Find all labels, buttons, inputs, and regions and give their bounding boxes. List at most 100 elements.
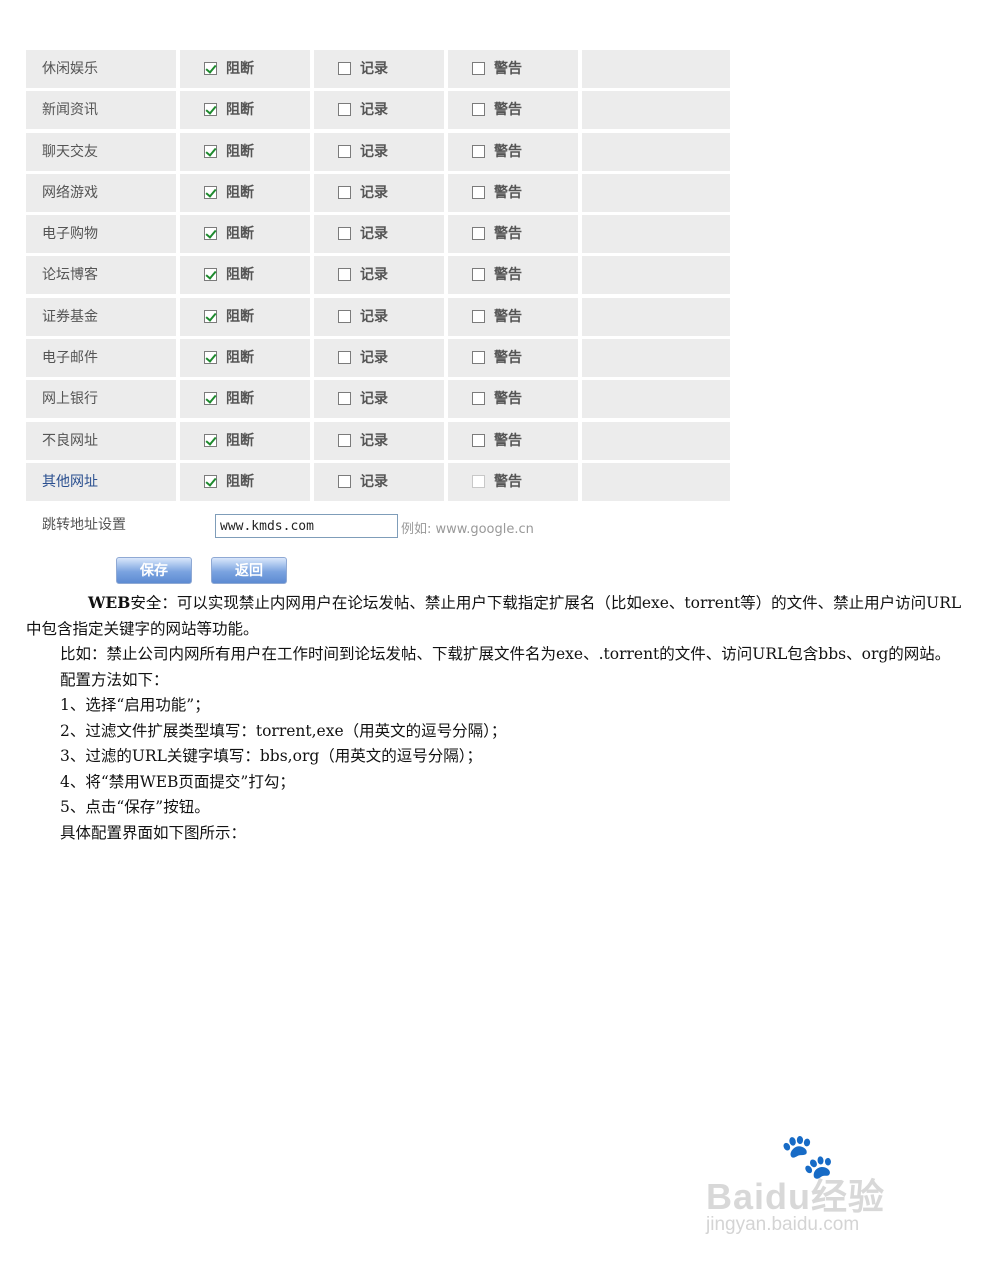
article-outro: 具体配置界面如下图所示： [60,823,247,842]
category-row: 网上银行 阻断 记录 警告 [26,380,730,419]
block-checkbox[interactable] [204,433,217,447]
category-name: 其他网址 [42,473,98,490]
alert-checkbox[interactable] [472,185,485,199]
alert-checkbox[interactable] [472,309,485,323]
column-separator [444,215,448,254]
column-separator [578,132,582,171]
column-separator [176,297,180,336]
category-row: 聊天交友 阻断 记录 警告 [26,132,730,171]
alert-checkbox[interactable] [472,144,485,158]
alert-label: 警告 [494,226,522,243]
block-checkbox[interactable] [204,392,217,406]
empty-cell [582,91,730,129]
category-row: 不良网址 阻断 记录 警告 [26,421,730,460]
log-label: 记录 [360,473,388,490]
alert-label: 警告 [494,391,522,408]
block-checkbox[interactable] [204,309,217,323]
log-label: 记录 [360,350,388,367]
alert-checkbox[interactable] [472,62,485,75]
column-separator [310,215,314,254]
block-checkbox[interactable] [204,474,217,488]
alert-label: 警告 [494,61,522,77]
alert-label: 警告 [494,473,522,490]
log-checkbox[interactable] [338,309,351,323]
alert-checkbox[interactable] [472,227,485,241]
article-intro-rest: 安全：可以实现禁止内网用户在论坛发帖、禁止用户下载指定扩展名（比如exe、tor… [26,594,962,638]
log-checkbox[interactable] [338,392,351,406]
article-intro: WEB安全：可以实现禁止内网用户在论坛发帖、禁止用户下载指定扩展名（比如exe、… [26,590,964,642]
column-separator [176,339,180,378]
log-checkbox[interactable] [338,433,351,447]
redirect-url-input[interactable] [215,514,398,538]
category-row: 证券基金 阻断 记录 警告 [26,297,730,336]
block-checkbox[interactable] [204,351,217,365]
alert-checkbox[interactable] [472,392,485,406]
column-separator [176,256,180,295]
log-checkbox[interactable] [338,103,351,117]
block-checkbox[interactable] [204,62,217,75]
block-label: 阻断 [226,391,254,408]
article-step: 2、过滤文件扩展类型填写：torrent,exe（用英文的逗号分隔）； [60,721,507,740]
column-separator [310,462,314,501]
log-label: 记录 [360,61,388,77]
alert-checkbox[interactable] [472,103,485,117]
log-checkbox[interactable] [338,474,351,488]
column-separator [444,462,448,501]
category-name: 聊天交友 [42,143,98,160]
block-checkbox[interactable] [204,227,217,241]
column-separator [310,297,314,336]
log-checkbox[interactable] [338,185,351,199]
log-label: 记录 [360,184,388,201]
column-separator [310,380,314,419]
category-name: 休闲娱乐 [42,61,98,77]
column-separator [444,50,448,88]
empty-cell [582,174,730,212]
log-checkbox[interactable] [338,268,351,282]
log-checkbox[interactable] [338,144,351,158]
watermark-url: jingyan.baidu.com [706,1214,860,1235]
log-checkbox[interactable] [338,351,351,365]
column-separator [310,50,314,88]
block-label: 阻断 [226,267,254,284]
block-checkbox[interactable] [204,268,217,282]
column-separator [444,421,448,460]
save-button[interactable]: 保存 [116,557,192,584]
category-name: 证券基金 [42,308,98,325]
log-checkbox[interactable] [338,227,351,241]
article-text: WEB安全：可以实现禁止内网用户在论坛发帖、禁止用户下载指定扩展名（比如exe、… [26,590,964,846]
empty-cell [582,298,730,336]
category-row: 新闻资讯 阻断 记录 警告 [26,91,730,130]
column-separator [444,339,448,378]
empty-cell [582,380,730,418]
block-label: 阻断 [226,350,254,367]
alert-checkbox[interactable] [472,474,485,488]
baidu-watermark: 🐾 Baidu经验 jingyan.baidu.com [700,1130,940,1250]
article-example: 比如：禁止公司内网所有用户在工作时间到论坛发帖、下载扩展文件名为exe、.tor… [60,645,951,689]
category-row: 电子邮件 阻断 记录 警告 [26,339,730,378]
column-separator [578,215,582,254]
log-checkbox[interactable] [338,62,351,75]
column-separator [578,256,582,295]
category-row: 电子购物 阻断 记录 警告 [26,215,730,254]
column-separator [310,173,314,212]
alert-checkbox[interactable] [472,351,485,365]
column-separator [444,380,448,419]
alert-checkbox[interactable] [472,433,485,447]
column-separator [578,173,582,212]
column-separator [578,50,582,88]
article-step: 3、过滤的URL关键字填写：bbs,org（用英文的逗号分隔）； [60,747,483,765]
block-checkbox[interactable] [204,103,217,117]
category-name: 电子邮件 [42,350,98,367]
back-button[interactable]: 返回 [211,557,287,584]
block-label: 阻断 [226,143,254,160]
column-separator [310,339,314,378]
alert-checkbox[interactable] [472,268,485,282]
category-name: 论坛博客 [42,267,98,284]
block-checkbox[interactable] [204,185,217,199]
block-label: 阻断 [226,102,254,119]
alert-label: 警告 [494,143,522,160]
column-separator [176,132,180,171]
column-separator [310,91,314,130]
block-checkbox[interactable] [204,144,217,158]
column-separator [578,297,582,336]
